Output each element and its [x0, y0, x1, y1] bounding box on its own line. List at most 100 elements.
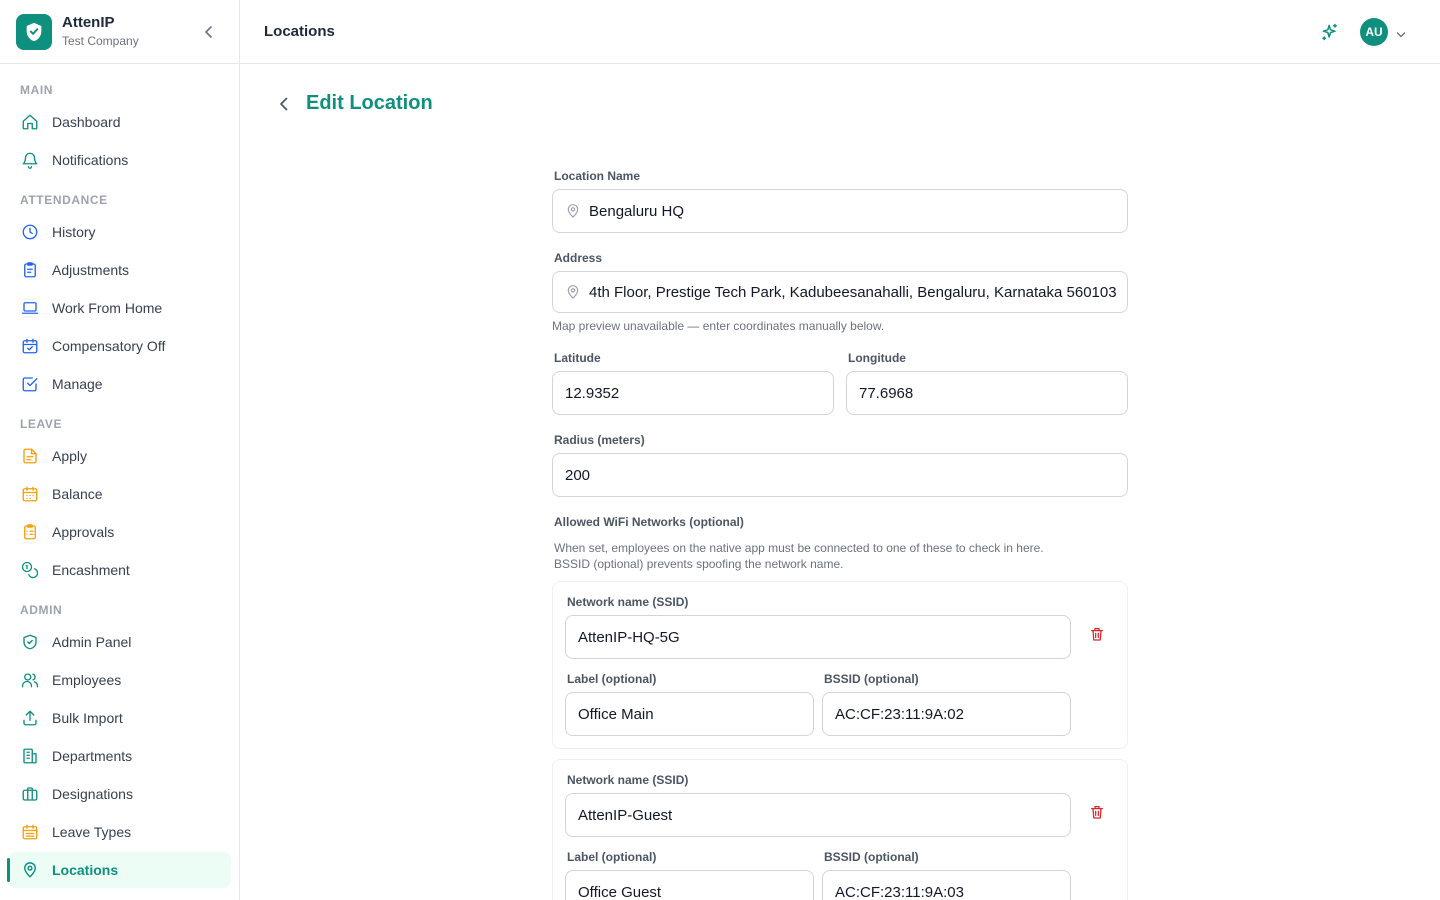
users-icon [20, 670, 40, 690]
sidebar-item-balance[interactable]: Balance [8, 476, 231, 512]
sidebar-item-label: Leave Types [52, 824, 132, 840]
brand-name: AttenIP [62, 14, 115, 31]
user-avatar[interactable]: AU [1360, 18, 1388, 46]
sidebar-item-bulk-import[interactable]: Bulk Import [8, 700, 231, 736]
back-button[interactable] [276, 96, 292, 112]
bssid-input[interactable]: AC:CF:23:11:9A:02 [822, 692, 1071, 736]
ssid-input[interactable]: AttenIP-HQ-5G [565, 615, 1071, 659]
radius-label: Radius (meters) [554, 433, 645, 447]
address-label: Address [554, 251, 603, 265]
sidebar-item-label: Bulk Import [52, 710, 123, 726]
page-title: Edit Location [306, 92, 433, 114]
wifi-networks-label: Allowed WiFi Networks (optional) [554, 515, 744, 529]
sidebar-item-label: Designations [52, 786, 133, 802]
section-label-attendance: ATTENDANCE [20, 193, 108, 207]
remove-network-button[interactable] [1089, 804, 1105, 820]
section-label-main: MAIN [20, 83, 54, 97]
coins-icon [20, 560, 40, 580]
longitude-label: Longitude [848, 351, 906, 365]
sidebar-item-label: Notifications [52, 152, 129, 168]
map-preview-hint: Map preview unavailable — enter coordina… [552, 319, 885, 333]
sidebar-item-notifications[interactable]: Notifications [8, 142, 231, 178]
network-label-input[interactable]: Office Guest [565, 870, 814, 900]
sidebar-item-label: Encashment [52, 562, 130, 578]
network-label-label: Label (optional) [567, 850, 657, 864]
trash-icon [1091, 806, 1103, 819]
address-value: 4th Floor, Prestige Tech Park, Kadubeesa… [589, 283, 1117, 301]
wifi-help-line-2: BSSID (optional) prevents spoofing the n… [554, 557, 844, 571]
latitude-input[interactable]: 12.9352 [552, 371, 834, 415]
main-content: Edit Location Location Name Bengaluru HQ… [240, 64, 1440, 900]
sidebar-item-departments[interactable]: Departments [8, 738, 231, 774]
sidebar-item-approvals[interactable]: Approvals [8, 514, 231, 550]
collapse-sidebar-button[interactable] [201, 24, 217, 40]
bssid-label: BSSID (optional) [824, 850, 919, 864]
latitude-value: 12.9352 [565, 384, 620, 402]
app-logo [16, 13, 52, 50]
sidebar-item-designations[interactable]: Designations [8, 776, 231, 812]
chevron-down-icon[interactable] [1396, 27, 1406, 38]
sidebar-item-label: Locations [52, 862, 119, 878]
company-name: Test Company [62, 34, 139, 48]
sidebar-item-compensatory-off[interactable]: Compensatory Off [8, 328, 231, 364]
sidebar-item-work-from-home[interactable]: Work From Home [8, 290, 231, 326]
longitude-value: 77.6968 [859, 384, 914, 402]
bssid-value: AC:CF:23:11:9A:03 [835, 883, 964, 900]
sidebar-item-label: Dashboard [52, 114, 121, 130]
radius-input[interactable]: 200 [552, 453, 1128, 497]
ai-sparkle-button[interactable] [1320, 22, 1340, 42]
sidebar-item-apply[interactable]: Apply [8, 438, 231, 474]
address-input[interactable]: 4th Floor, Prestige Tech Park, Kadubeesa… [552, 271, 1128, 313]
sidebar-item-label: Admin Panel [52, 634, 132, 650]
sidebar-item-locations[interactable]: Locations [7, 852, 231, 888]
trash-icon [1091, 628, 1103, 641]
section-label-leave: LEAVE [20, 417, 63, 431]
sidebar-item-leave-types[interactable]: Leave Types [8, 814, 231, 850]
upload-icon [20, 708, 40, 728]
ssid-input[interactable]: AttenIP-Guest [565, 793, 1071, 837]
sidebar-item-adjustments[interactable]: Adjustments [8, 252, 231, 288]
top-header: Locations AU [240, 0, 1440, 64]
chevron-left-icon [205, 26, 212, 38]
sidebar-item-label: Work From Home [52, 300, 163, 316]
ssid-value: AttenIP-Guest [578, 806, 673, 824]
sidebar: AttenIP Test Company MAIN Dashboard Noti… [0, 0, 240, 900]
map-pin-icon [20, 860, 40, 880]
sparkle-icon [1322, 23, 1337, 41]
sidebar-item-label: Employees [52, 672, 122, 688]
latitude-label: Latitude [554, 351, 601, 365]
sidebar-item-history[interactable]: History [8, 214, 231, 250]
sidebar-item-dashboard[interactable]: Dashboard [8, 104, 231, 140]
page-heading: Edit Location [276, 92, 433, 115]
sidebar-item-encashment[interactable]: Encashment [8, 552, 231, 588]
sidebar-item-manage[interactable]: Manage [8, 366, 231, 402]
calendar-days-icon [20, 822, 40, 842]
building-icon [20, 746, 40, 766]
sidebar-item-label: Adjustments [52, 262, 130, 278]
network-label-value: Office Main [578, 705, 654, 723]
sidebar-item-label: Apply [52, 448, 88, 464]
bssid-value: AC:CF:23:11:9A:02 [835, 705, 964, 723]
bell-icon [20, 150, 40, 170]
wifi-network-card: Network name (SSID) AttenIP-Guest Label … [552, 759, 1128, 900]
laptop-icon [20, 298, 40, 318]
remove-network-button[interactable] [1089, 626, 1105, 642]
network-label-input[interactable]: Office Main [565, 692, 814, 736]
longitude-input[interactable]: 77.6968 [846, 371, 1128, 415]
sidebar-item-admin-panel[interactable]: Admin Panel [8, 624, 231, 660]
wifi-help-line-1: When set, employees on the native app mu… [554, 541, 1044, 555]
location-name-input[interactable]: Bengaluru HQ [552, 189, 1128, 233]
location-name-label: Location Name [554, 169, 641, 183]
sidebar-item-label: Compensatory Off [52, 338, 166, 354]
sidebar-item-label: Balance [52, 486, 103, 502]
home-icon [20, 112, 40, 132]
check-square-icon [20, 374, 40, 394]
sidebar-item-employees[interactable]: Employees [8, 662, 231, 698]
ssid-label: Network name (SSID) [567, 773, 689, 787]
shield-check-icon [20, 632, 40, 652]
sidebar-item-label: Approvals [52, 524, 115, 540]
section-label-admin: ADMIN [20, 603, 63, 617]
ssid-value: AttenIP-HQ-5G [578, 628, 680, 646]
bssid-input[interactable]: AC:CF:23:11:9A:03 [822, 870, 1071, 900]
chevron-left-icon [280, 97, 288, 110]
